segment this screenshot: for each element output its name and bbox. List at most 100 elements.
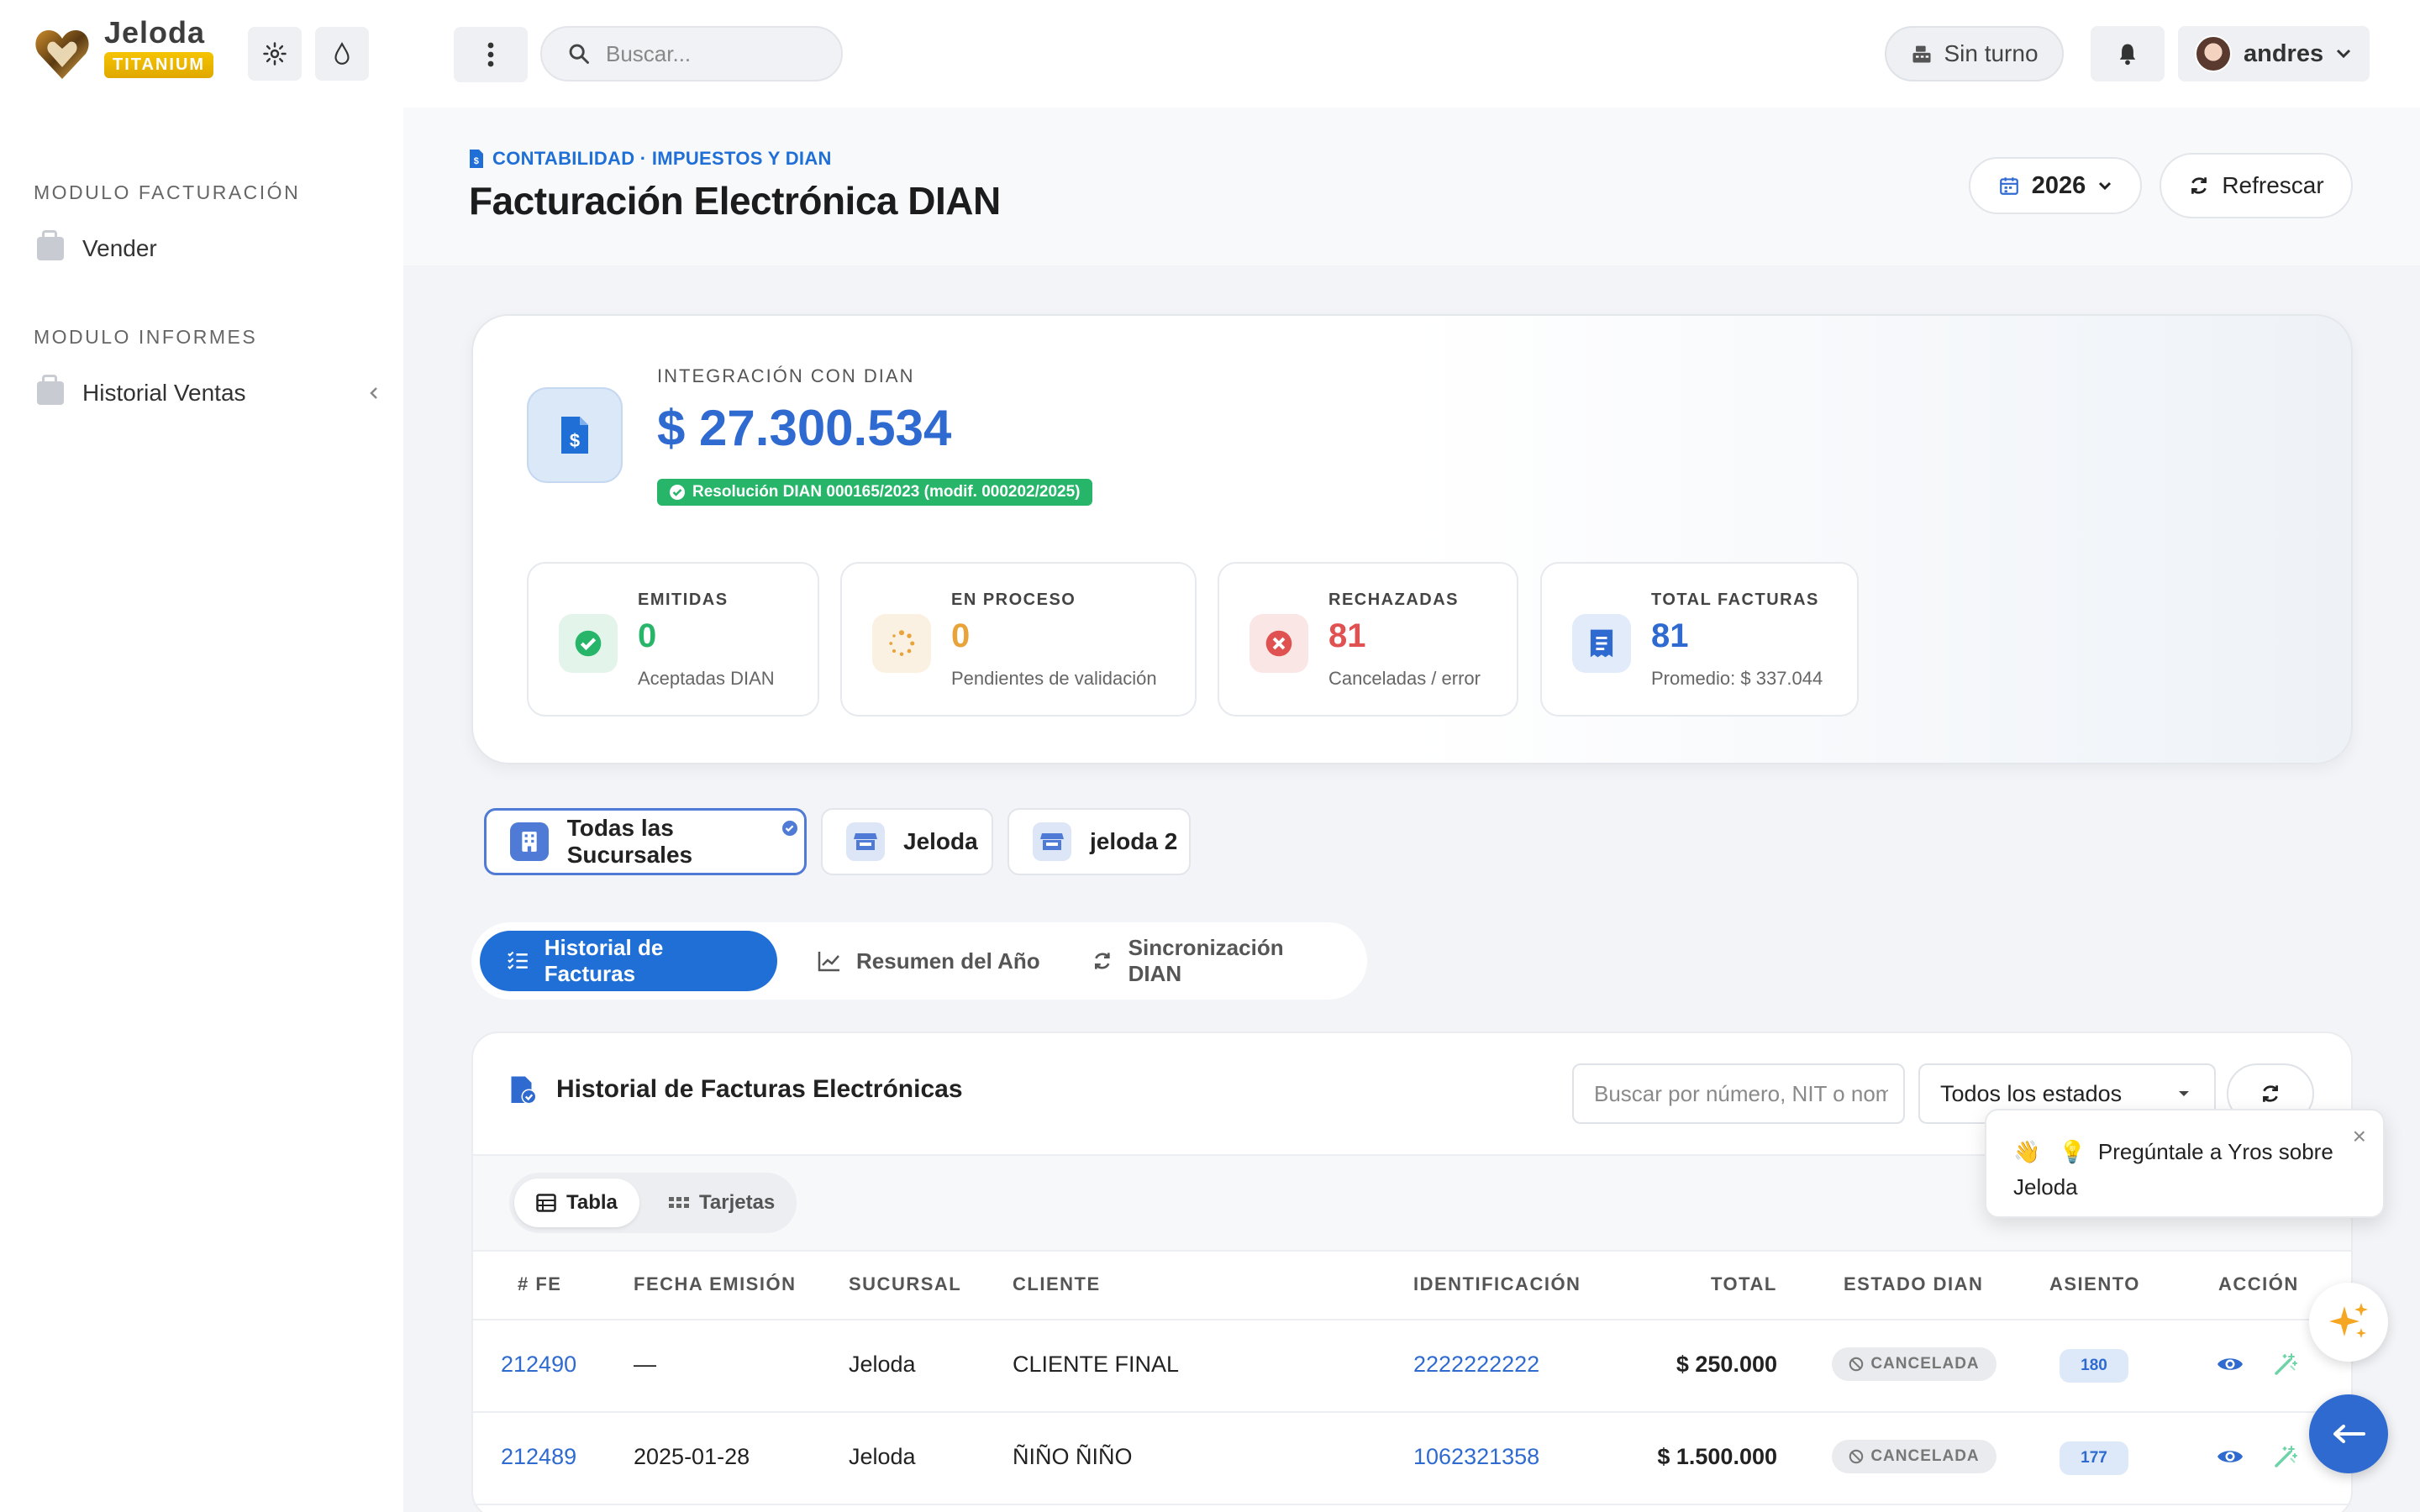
gear-icon — [263, 42, 287, 66]
store-icon — [1033, 822, 1071, 861]
client-id-link[interactable]: 2222222222 — [1413, 1352, 1539, 1378]
sidebar-item-historial-ventas[interactable]: Historial Ventas — [37, 375, 380, 407]
ban-icon — [1849, 1449, 1864, 1464]
status-text: CANCELADA — [1870, 1355, 1980, 1373]
year-selector[interactable]: 2026 — [1969, 157, 2142, 214]
search-input[interactable] — [606, 40, 824, 67]
stat-label: EMITIDAS — [638, 591, 729, 609]
magic-wand-icon[interactable] — [2274, 1352, 2297, 1376]
invoice-check-icon — [511, 1076, 537, 1105]
summary-icon-box: $ — [527, 387, 623, 483]
tab-resumen-anio[interactable]: Resumen del Año — [791, 931, 1067, 991]
shop-icon — [37, 230, 64, 260]
tab-historial-facturas[interactable]: Historial de Facturas — [480, 931, 777, 991]
branch-name: Jeloda — [849, 1352, 916, 1377]
refresh-icon — [2191, 177, 2207, 194]
client-name: CLIENTE FINAL — [1013, 1352, 1180, 1377]
status-filter-value: Todos los estados — [1940, 1080, 2123, 1106]
invoice-number-link[interactable]: 212489 — [501, 1444, 576, 1470]
invoice-search-input[interactable] — [1594, 1080, 1888, 1107]
resolution-text: Resolución DIAN 000165/2023 (modif. 0002… — [692, 483, 1081, 501]
invoice-total: $ 250.000 — [1676, 1352, 1777, 1377]
sparkles-icon — [2329, 1303, 2368, 1338]
invoice-number-link[interactable]: 212490 — [501, 1352, 576, 1378]
search-icon — [569, 44, 589, 64]
tab-label: Sincronización DIAN — [1128, 935, 1284, 986]
refresh-label: Refrescar — [2222, 172, 2324, 198]
refresh-button[interactable]: Refrescar — [2160, 153, 2353, 218]
brand-logo-icon — [35, 30, 89, 79]
tab-label: Historial de Facturas — [544, 935, 664, 986]
branch-name: Jeloda — [849, 1444, 916, 1469]
eye-icon[interactable] — [2217, 1446, 2244, 1467]
journal-entry-badge[interactable]: 177 — [2060, 1441, 2128, 1475]
summary-amount: $ 27.300.534 — [657, 400, 952, 456]
client-name: ÑIÑO ÑIÑO — [1013, 1444, 1133, 1469]
stat-label: RECHAZADAS — [1328, 591, 1459, 609]
branch-chip-todas[interactable]: Todas las Sucursales — [484, 808, 807, 875]
brand-name: Jeloda — [104, 15, 206, 50]
assistant-tooltip[interactable]: 👋 💡 Pregúntale a Yros sobre Jeloda × — [1985, 1109, 2385, 1218]
chevron-down-icon — [2337, 49, 2351, 59]
view-mode-toggle: Tabla Tarjetas — [509, 1173, 797, 1233]
store-icon — [846, 822, 885, 861]
caret-down-icon — [2179, 1091, 2189, 1096]
invoice-search-field[interactable] — [1572, 1063, 1905, 1124]
invoice-total: $ 1.500.000 — [1657, 1444, 1777, 1469]
bell-icon — [2119, 44, 2136, 66]
stat-card-en-proceso: EN PROCESO 0 Pendientes de validación — [840, 562, 1197, 717]
chevron-down-icon — [2099, 181, 2112, 191]
notifications-button[interactable] — [2091, 26, 2165, 81]
column-header-accion: ACCIÓN — [2218, 1273, 2299, 1294]
branch-chip-label: jeloda 2 — [1090, 828, 1178, 854]
sidebar-item-vender[interactable]: Vender — [37, 230, 157, 262]
shift-status-button[interactable]: Sin turno — [1885, 26, 2064, 81]
journal-entry-badge[interactable]: 180 — [2060, 1349, 2128, 1383]
page-title: Facturación Electrónica DIAN — [469, 179, 1001, 223]
lightbulb-emoji: 💡 — [2059, 1139, 2086, 1164]
branch-chip-jeloda[interactable]: Jeloda — [821, 808, 993, 875]
view-mode-tabla[interactable]: Tabla — [514, 1179, 639, 1227]
branch-chip-label: Todas las Sucursales — [566, 815, 693, 868]
column-header-asiento: ASIENTO — [2049, 1273, 2140, 1294]
sidebar-item-label: Historial Ventas — [82, 380, 246, 406]
resolution-badge: Resolución DIAN 000165/2023 (modif. 0002… — [657, 479, 1092, 506]
building-icon — [510, 822, 549, 861]
section-tabs: Historial de Facturas Resumen del Año Si… — [471, 922, 1367, 1000]
user-menu-button[interactable]: andres — [2178, 26, 2370, 81]
global-search[interactable] — [540, 26, 843, 81]
menu-button[interactable] — [454, 27, 528, 82]
stat-card-rechazadas: RECHAZADAS 81 Canceladas / error — [1218, 562, 1518, 717]
client-id-link[interactable]: 1062321358 — [1413, 1444, 1539, 1470]
sidebar-section-facturacion: MODULO FACTURACIÓN — [34, 181, 301, 203]
back-button[interactable] — [2309, 1394, 2388, 1473]
eye-icon[interactable] — [2217, 1354, 2244, 1374]
stat-subtext: Promedio: $ 337.044 — [1651, 668, 1823, 689]
shop-icon — [37, 375, 64, 405]
brand-tier-badge: TITANIUM — [104, 52, 214, 78]
list-check-icon — [508, 951, 528, 970]
calendar-icon — [1999, 177, 2018, 195]
stat-card-emitidas: EMITIDAS 0 Aceptadas DIAN — [527, 562, 819, 717]
tab-sincronizacion-dian[interactable]: Sincronización DIAN — [1065, 931, 1367, 991]
stat-value: 0 — [951, 617, 971, 654]
branch-chip-jeloda-2[interactable]: jeloda 2 — [1007, 808, 1191, 875]
check-circle-icon — [670, 485, 685, 500]
kebab-menu-icon — [487, 42, 494, 67]
magic-wand-icon[interactable] — [2274, 1445, 2297, 1468]
column-header-total: TOTAL — [1711, 1273, 1777, 1294]
close-icon[interactable]: × — [2353, 1119, 2366, 1154]
view-mode-label: Tarjetas — [699, 1191, 776, 1214]
row-divider — [473, 1319, 2351, 1320]
invoice-icon: $ — [561, 417, 588, 454]
stat-subtext: Pendientes de validación — [951, 668, 1157, 689]
card-title: Historial de Facturas Electrónicas — [556, 1075, 963, 1103]
theme-button[interactable] — [315, 27, 369, 81]
column-header-fe: # FE — [518, 1273, 562, 1294]
breadcrumb-label: CONTABILIDAD · IMPUESTOS Y DIAN — [492, 148, 832, 169]
settings-button[interactable] — [248, 27, 302, 81]
stat-subtext: Canceladas / error — [1328, 668, 1481, 689]
ai-assistant-button[interactable] — [2309, 1283, 2388, 1362]
view-mode-tarjetas[interactable]: Tarjetas — [647, 1179, 797, 1227]
selected-check-icon — [781, 819, 799, 837]
